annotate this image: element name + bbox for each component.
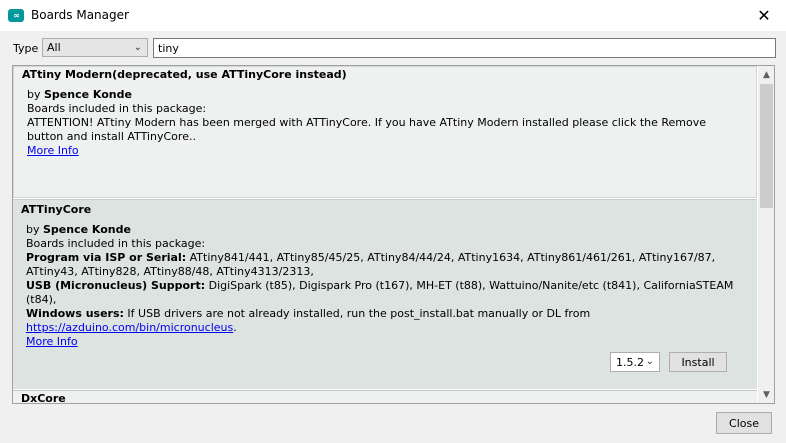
- by-prefix: by: [27, 88, 44, 101]
- search-input[interactable]: [153, 38, 776, 58]
- scrollbar-thumb[interactable]: [760, 84, 773, 208]
- board-author: by Spence Konde: [26, 223, 131, 236]
- board-description: (t84),: [26, 293, 57, 306]
- window-close-button[interactable]: ✕: [742, 0, 786, 31]
- board-entry-attiny-modern[interactable]: ATtiny Modern(deprecated, use ATTinyCore…: [13, 66, 757, 198]
- usb-label: USB (Micronucleus) Support:: [26, 279, 206, 292]
- board-entry-attinycore[interactable]: ATTinyCore by Spence Konde Boards includ…: [13, 199, 757, 389]
- chevron-down-icon: ⌄: [645, 356, 654, 367]
- close-button[interactable]: Close: [716, 412, 772, 434]
- board-description: ATTENTION! ATtiny Modern has been merged…: [27, 116, 707, 129]
- windows-text: If USB drivers are not already installed…: [123, 307, 591, 320]
- version-select[interactable]: 1.5.2 ⌄: [610, 352, 660, 372]
- scroll-up-icon[interactable]: ▲: [758, 66, 774, 83]
- author-name: Spence Konde: [43, 223, 131, 236]
- by-prefix: by: [26, 223, 43, 236]
- board-description: https://azduino.com/bin/micronucleus.: [26, 321, 237, 334]
- board-entry-dxcore[interactable]: DxCore: [13, 390, 757, 404]
- boards-included-label: Boards included in this package:: [26, 237, 206, 250]
- type-label: Type: [13, 42, 39, 55]
- more-info-link[interactable]: More Info: [27, 144, 79, 157]
- board-name: ATTinyCore: [21, 203, 92, 216]
- install-button[interactable]: Install: [669, 352, 727, 372]
- scroll-down-icon[interactable]: ▼: [758, 386, 774, 403]
- board-description: USB (Micronucleus) Support: DigiSpark (t…: [26, 279, 733, 292]
- type-select[interactable]: All ⌄: [42, 38, 148, 57]
- link-period: .: [233, 321, 237, 334]
- boards-included-label: Boards included in this package:: [27, 102, 207, 115]
- board-description: Windows users: If USB drivers are not al…: [26, 307, 590, 320]
- board-name: ATtiny Modern(deprecated, use ATTinyCore…: [22, 68, 347, 81]
- windows-label: Windows users:: [26, 307, 124, 320]
- board-description: Program via ISP or Serial: ATtiny841/441…: [26, 251, 715, 264]
- vertical-scrollbar[interactable]: ▲ ▼: [758, 66, 774, 403]
- type-select-value: All: [47, 41, 61, 54]
- filter-toolbar: Type All ⌄: [0, 32, 786, 62]
- author-name: Spence Konde: [44, 88, 132, 101]
- micronucleus-link[interactable]: https://azduino.com/bin/micronucleus: [26, 321, 233, 334]
- program-text: ATtiny841/441, ATtiny85/45/25, ATtiny84/…: [186, 251, 716, 264]
- title-bar: ∞ Boards Manager ✕: [0, 0, 786, 31]
- usb-text: DigiSpark (t85), Digispark Pro (t167), M…: [205, 279, 734, 292]
- arduino-logo-icon: ∞: [8, 9, 24, 22]
- chevron-down-icon: ⌄: [133, 42, 142, 53]
- board-description: button and install ATTinyCore..: [27, 130, 196, 143]
- boards-list: ATtiny Modern(deprecated, use ATTinyCore…: [12, 65, 775, 404]
- close-icon: ✕: [757, 6, 771, 25]
- program-label: Program via ISP or Serial:: [26, 251, 187, 264]
- board-name: DxCore: [21, 392, 66, 404]
- board-author: by Spence Konde: [27, 88, 132, 101]
- window-title: Boards Manager: [31, 8, 129, 22]
- board-description: ATtiny43, ATtiny828, ATtiny88/48, ATtiny…: [26, 265, 314, 278]
- more-info-link[interactable]: More Info: [26, 335, 78, 348]
- version-value: 1.5.2: [616, 356, 644, 369]
